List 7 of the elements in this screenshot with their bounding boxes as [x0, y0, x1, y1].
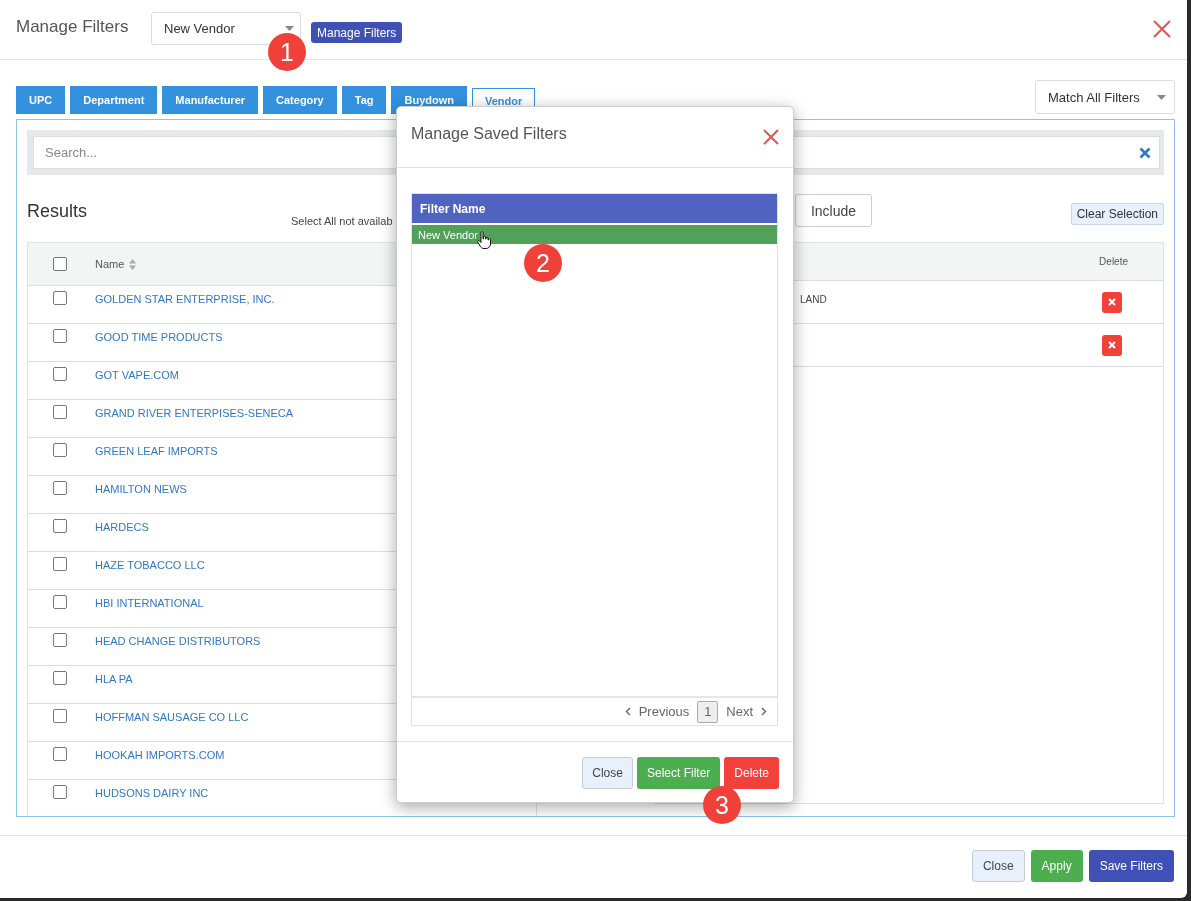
column-header: Filter Name	[412, 194, 777, 223]
window-title: Manage Filters	[16, 16, 130, 37]
table-cell: LAND	[800, 294, 827, 305]
select-all-note: Select All not availab	[291, 215, 393, 227]
column-header: Delete	[1099, 256, 1128, 267]
step-badge: 1	[268, 33, 306, 71]
results-heading: Results	[27, 201, 88, 222]
